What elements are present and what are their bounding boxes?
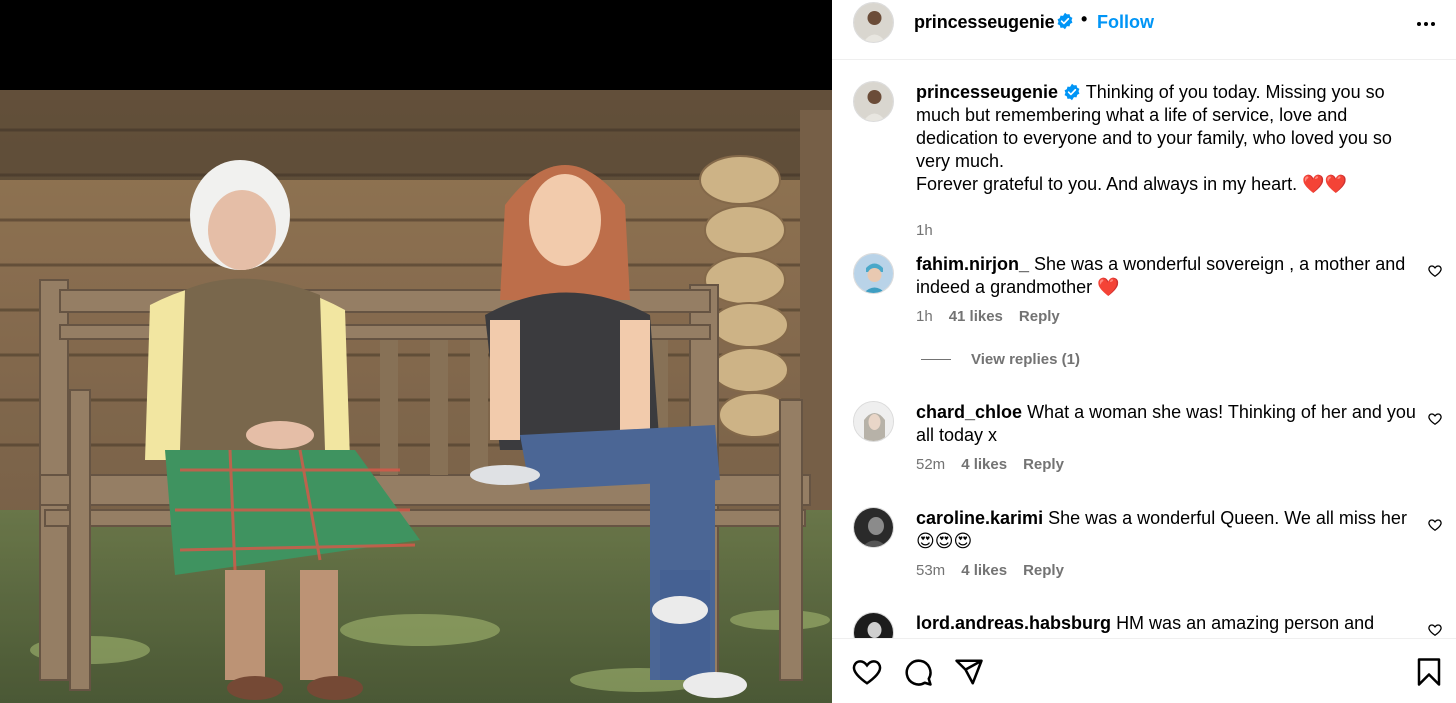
- follow-button[interactable]: Follow: [1097, 12, 1154, 33]
- author-avatar[interactable]: [853, 2, 894, 43]
- comment-likes[interactable]: 4 likes: [961, 456, 1007, 473]
- comment-text: lord.andreas.habsburg HM was an amazing …: [916, 612, 1416, 635]
- comment-time[interactable]: 52m: [916, 456, 945, 473]
- comment-username[interactable]: lord.andreas.habsburg: [916, 613, 1111, 633]
- comment-time[interactable]: 53m: [916, 562, 945, 579]
- caption-verified-badge-icon: [1063, 83, 1081, 101]
- reply-button[interactable]: Reply: [1019, 308, 1060, 325]
- comment-icon[interactable]: [903, 657, 933, 687]
- comment-avatar[interactable]: [853, 401, 894, 442]
- comment-avatar[interactable]: [853, 612, 894, 638]
- heart-icon[interactable]: [1428, 412, 1442, 426]
- comment-text: chard_chloe What a woman she was! Thinki…: [916, 401, 1416, 447]
- comment-meta: 53m 4 likes Reply: [916, 562, 1080, 579]
- view-replies-button[interactable]: View replies (1): [921, 351, 1080, 368]
- share-icon[interactable]: [954, 657, 984, 687]
- bookmark-icon[interactable]: [1414, 657, 1444, 687]
- comment-likes[interactable]: 41 likes: [949, 308, 1003, 325]
- comment-time[interactable]: 1h: [916, 308, 933, 325]
- heart-icon[interactable]: [1428, 518, 1442, 532]
- comment-avatar[interactable]: [853, 253, 894, 294]
- post-header: princesseugenie • Follow: [832, 0, 1456, 60]
- caption-time[interactable]: 1h: [916, 222, 933, 239]
- comment-meta: 52m 4 likes Reply: [916, 456, 1080, 473]
- comment-text: caroline.karimi She was a wonderful Quee…: [916, 507, 1416, 553]
- heart-icon[interactable]: [1428, 264, 1442, 278]
- comments-list[interactable]: princesseugenie Thinking of you today. M…: [832, 61, 1456, 638]
- caption-username[interactable]: princesseugenie: [916, 82, 1058, 102]
- post-photo: [0, 90, 832, 703]
- replies-divider: [921, 359, 951, 360]
- heart-icon[interactable]: [1428, 623, 1442, 637]
- author-username[interactable]: princesseugenie: [914, 12, 1055, 33]
- comment-username[interactable]: caroline.karimi: [916, 508, 1043, 528]
- post-actions: [832, 638, 1456, 703]
- caption-body-2: Forever grateful to you. And always in m…: [916, 174, 1348, 194]
- reply-button[interactable]: Reply: [1023, 562, 1064, 579]
- reply-button[interactable]: Reply: [1023, 456, 1064, 473]
- more-options-icon[interactable]: [1414, 12, 1438, 36]
- caption-text: princesseugenie Thinking of you today. M…: [916, 81, 1416, 196]
- comment-text: fahim.nirjon_ She was a wonderful sovere…: [916, 253, 1416, 299]
- caption-avatar[interactable]: [853, 81, 894, 122]
- post-media[interactable]: [0, 0, 832, 703]
- comment-likes[interactable]: 4 likes: [961, 562, 1007, 579]
- comment-username[interactable]: chard_chloe: [916, 402, 1022, 422]
- post-panel: princesseugenie • Follow princesseugenie: [832, 0, 1456, 703]
- like-heart-icon[interactable]: [852, 657, 882, 687]
- comment-avatar[interactable]: [853, 507, 894, 548]
- comment-meta: 1h 41 likes Reply: [916, 308, 1076, 325]
- verified-badge-icon: [1056, 12, 1074, 35]
- comment-username[interactable]: fahim.nirjon_: [916, 254, 1029, 274]
- comment-body: HM was an amazing person and: [1116, 613, 1375, 633]
- header-separator: •: [1081, 9, 1088, 29]
- view-replies-label: View replies (1): [971, 351, 1080, 368]
